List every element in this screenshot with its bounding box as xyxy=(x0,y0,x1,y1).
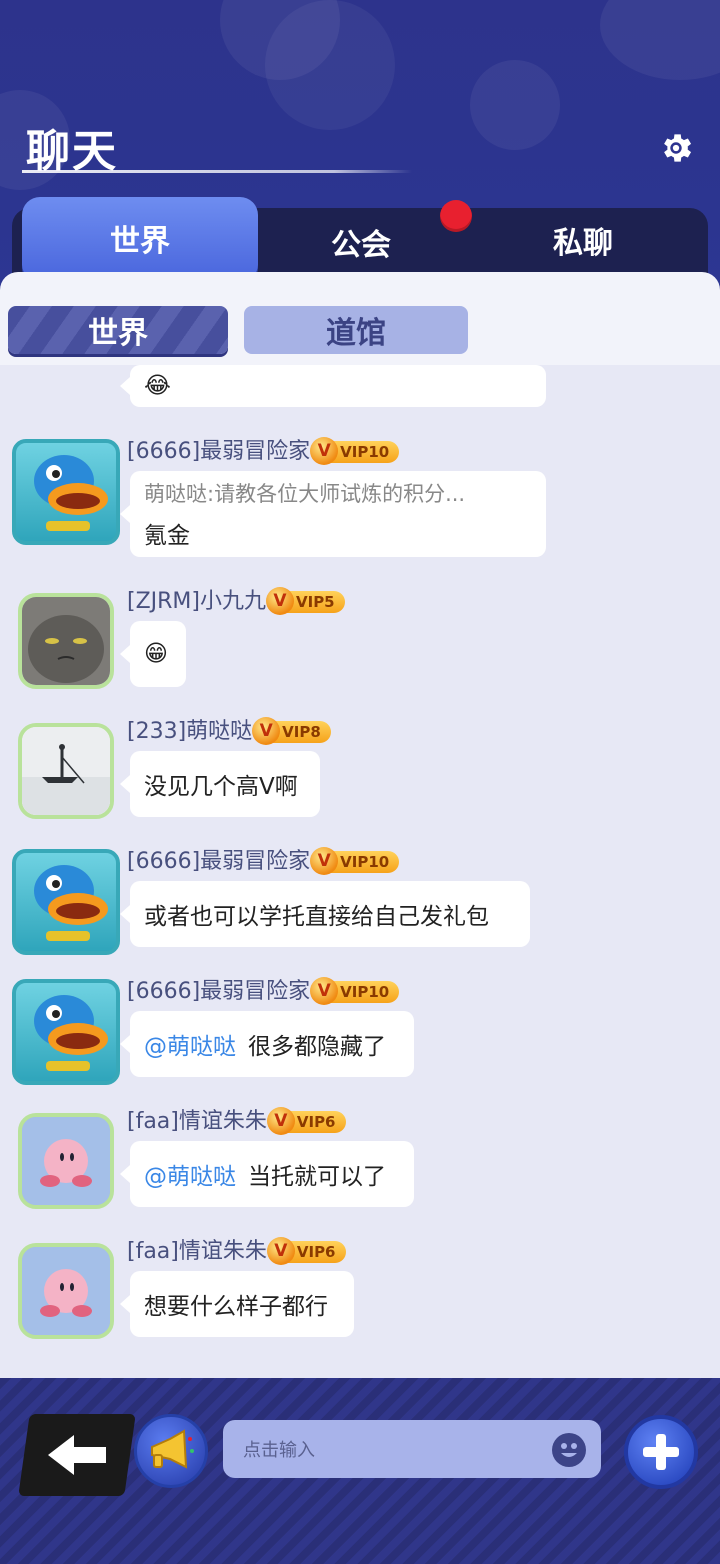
decor-circle xyxy=(265,0,395,130)
message-bubble: 没见几个高V啊 xyxy=(120,751,320,817)
message-text: 没见几个高V啊 xyxy=(144,774,298,800)
duck-icon[interactable] xyxy=(12,979,120,1085)
tab-label: 公会 xyxy=(331,228,391,263)
smiley-svg xyxy=(561,1443,577,1457)
kirby-icon-svg xyxy=(22,1117,110,1205)
username[interactable]: [faa]情谊朱朱VIP6 xyxy=(127,1103,346,1135)
username-text: [faa]情谊朱朱 xyxy=(127,1239,267,1264)
smiley-icon[interactable] xyxy=(552,1433,586,1467)
duck-icon-svg xyxy=(34,455,108,531)
plus-icon[interactable] xyxy=(624,1415,698,1489)
megaphone-svg xyxy=(151,1429,194,1469)
username-text: [faa]情谊朱朱 xyxy=(127,1109,267,1134)
mention-link[interactable]: @萌哒哒 xyxy=(144,1027,236,1061)
username[interactable]: [6666]最弱冒险家VIP10 xyxy=(127,973,400,1005)
notification-dot xyxy=(440,200,472,232)
duck-icon-svg xyxy=(34,865,108,941)
vip-badge: VIP5 xyxy=(266,587,345,615)
title-underline xyxy=(22,170,412,173)
subtab-label: 世界 xyxy=(88,316,148,351)
username[interactable]: [233]萌哒哒VIP8 xyxy=(127,713,331,745)
tab-label: 私聊 xyxy=(553,226,613,261)
username[interactable]: [ZJRM]小九九VIP5 xyxy=(127,583,345,615)
tab-label: 世界 xyxy=(110,224,170,259)
message-bubble: @萌哒哒 当托就可以了 xyxy=(120,1141,414,1207)
vip-badge: VIP6 xyxy=(266,1107,346,1135)
vip-badge: VIP10 xyxy=(310,437,400,465)
boat-photo[interactable] xyxy=(18,723,114,819)
message-text: 很多都隐藏了 xyxy=(248,1034,386,1060)
vip-badge: VIP8 xyxy=(252,717,331,745)
chat-input-placeholder: 点击输入 xyxy=(243,1440,315,1461)
message-bubble: 😂 xyxy=(120,365,546,407)
message-text: 😁 xyxy=(144,641,168,667)
plus-svg xyxy=(643,1434,679,1470)
tab-private-chat[interactable]: 私聊 xyxy=(478,206,688,274)
kirby-icon[interactable] xyxy=(18,1243,114,1339)
chat-input[interactable]: 点击输入 xyxy=(223,1420,601,1478)
kirby-icon-svg xyxy=(22,1247,110,1335)
username[interactable]: [6666]最弱冒险家VIP10 xyxy=(127,433,400,465)
username-text: [6666]最弱冒险家 xyxy=(127,849,311,874)
message-bubble: 或者也可以学托直接给自己发礼包 xyxy=(120,881,530,947)
vip-badge: VIP10 xyxy=(310,977,400,1005)
username-text: [ZJRM]小九九 xyxy=(127,589,266,614)
tab-guild[interactable]: 公会 xyxy=(258,208,464,276)
gear-icon-svg xyxy=(664,134,692,162)
username-text: [6666]最弱冒险家 xyxy=(127,979,311,1004)
subtab-gym[interactable]: 道馆 xyxy=(244,306,468,354)
username-text: [6666]最弱冒险家 xyxy=(127,439,311,464)
subtab-label: 道馆 xyxy=(326,316,386,351)
duck-icon-svg xyxy=(34,995,108,1071)
vip-badge: VIP6 xyxy=(266,1237,346,1265)
cat-photo-svg xyxy=(22,597,110,685)
message-text: 想要什么样子都行 xyxy=(144,1294,328,1320)
username[interactable]: [faa]情谊朱朱VIP6 xyxy=(127,1233,346,1265)
message-text: 当托就可以了 xyxy=(248,1164,386,1190)
decor-circle xyxy=(470,60,560,150)
gear-icon[interactable] xyxy=(654,126,698,170)
mention-link[interactable]: @萌哒哒 xyxy=(144,1157,236,1191)
message-text: 氪金 xyxy=(144,523,190,549)
message-bubble: @萌哒哒 很多都隐藏了 xyxy=(120,1011,414,1077)
back-arrow-icon[interactable] xyxy=(18,1414,136,1496)
duck-icon[interactable] xyxy=(12,439,120,545)
megaphone-icon[interactable] xyxy=(134,1414,208,1488)
quoted-message: 萌哒哒:请教各位大师试炼的积分... xyxy=(144,482,466,506)
back-arrow-svg xyxy=(48,1435,106,1475)
message-list[interactable]: 😂 [6666]最弱冒险家VIP10 萌哒哒:请教各位大师试炼的积分... 氪金 xyxy=(0,365,720,1378)
message-bubble: 萌哒哒:请教各位大师试炼的积分... 氪金 xyxy=(120,471,546,557)
boat-photo-svg xyxy=(22,727,110,815)
tab-world[interactable]: 世界 xyxy=(22,197,258,279)
message-text: 😂 xyxy=(144,373,171,399)
username[interactable]: [6666]最弱冒险家VIP10 xyxy=(127,843,400,875)
message-text: 或者也可以学托直接给自己发礼包 xyxy=(144,904,489,930)
vip-badge: VIP10 xyxy=(310,847,400,875)
kirby-icon[interactable] xyxy=(18,1113,114,1209)
subtab-world[interactable]: 世界 xyxy=(8,306,228,354)
duck-icon[interactable] xyxy=(12,849,120,955)
username-text: [233]萌哒哒 xyxy=(127,719,253,744)
decor-circle xyxy=(600,0,720,80)
cat-photo[interactable] xyxy=(18,593,114,689)
message-bubble: 想要什么样子都行 xyxy=(120,1271,354,1337)
message-bubble: 😁 xyxy=(120,621,186,687)
